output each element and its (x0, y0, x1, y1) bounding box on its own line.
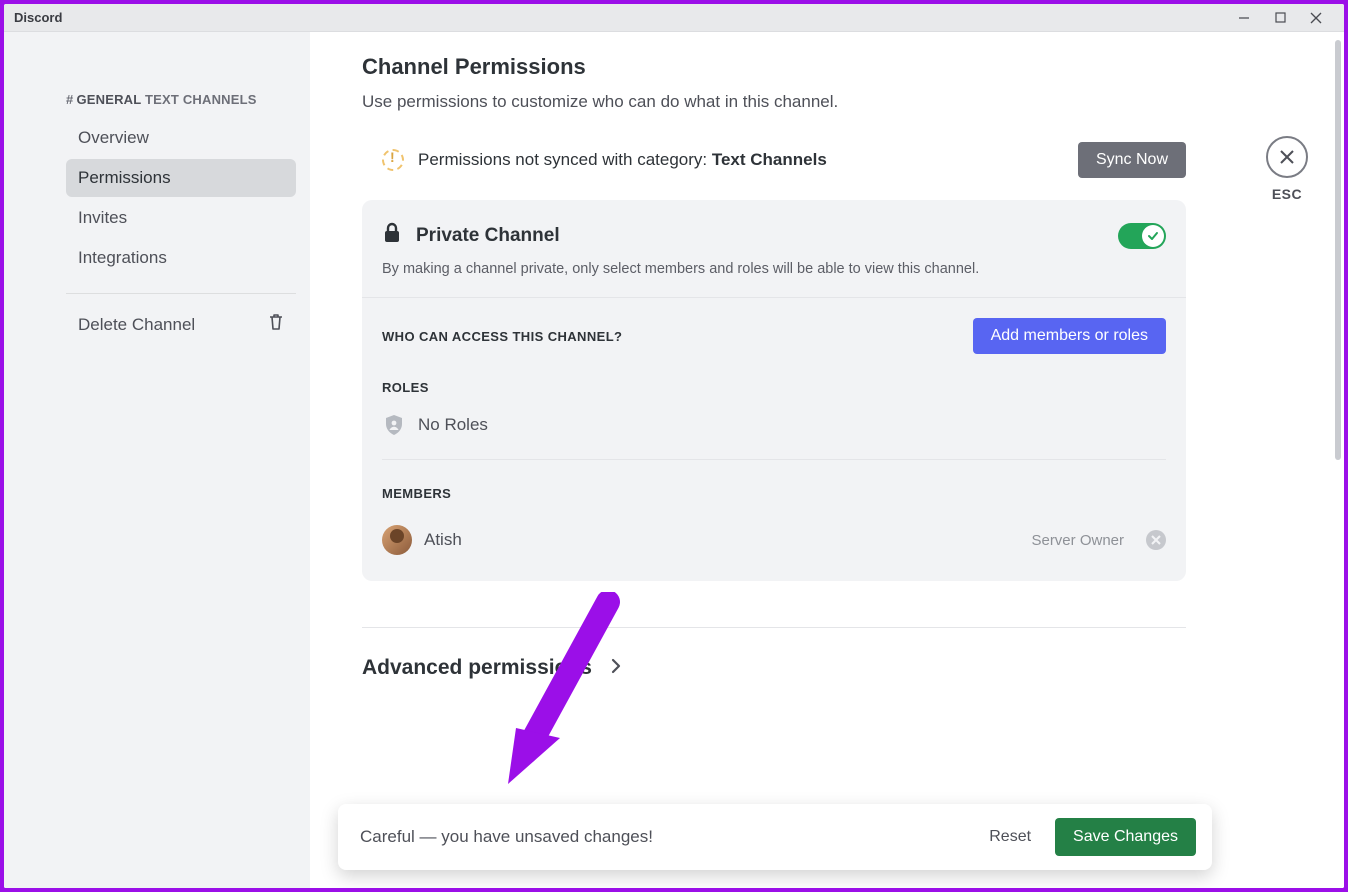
section-divider (362, 627, 1186, 628)
scrollbar-thumb[interactable] (1335, 40, 1341, 460)
lock-icon (382, 222, 402, 249)
role-badge-icon (382, 413, 406, 437)
maximize-icon (1275, 12, 1286, 23)
close-icon (1310, 12, 1322, 24)
private-channel-title: Private Channel (416, 225, 1104, 247)
hash-icon: # (66, 92, 73, 107)
sidebar-heading: #GENERAL TEXT CHANNELS (66, 92, 296, 107)
sidebar-item-delete-channel[interactable]: Delete Channel (66, 304, 296, 345)
trash-icon (268, 313, 284, 336)
sidebar-item-integrations[interactable]: Integrations (66, 239, 296, 277)
remove-member-button[interactable] (1146, 530, 1166, 550)
close-settings-button[interactable] (1266, 136, 1308, 178)
check-icon (1147, 230, 1159, 242)
sync-prefix: Permissions not synced with category: (418, 150, 712, 169)
settings-sidebar: #GENERAL TEXT CHANNELS Overview Permissi… (4, 32, 310, 888)
x-icon (1151, 535, 1161, 545)
scrollbar-track[interactable] (1334, 36, 1342, 884)
delete-channel-label: Delete Channel (78, 315, 195, 335)
close-settings: ESC (1266, 136, 1308, 202)
page-description: Use permissions to customize who can do … (362, 92, 1186, 112)
member-tag: Server Owner (1031, 532, 1124, 549)
private-channel-description: By making a channel private, only select… (382, 261, 1166, 277)
sync-now-button[interactable]: Sync Now (1078, 142, 1186, 178)
app-window: Discord #GENERAL TEXT CHANNELS Overview … (4, 4, 1344, 888)
toggle-knob (1142, 225, 1164, 247)
warning-icon (382, 149, 404, 171)
window-close-button[interactable] (1298, 8, 1334, 28)
add-members-roles-button[interactable]: Add members or roles (973, 318, 1166, 354)
sync-text: Permissions not synced with category: Te… (418, 150, 1064, 170)
minimize-icon (1238, 12, 1250, 24)
reset-button[interactable]: Reset (975, 820, 1045, 854)
titlebar: Discord (4, 4, 1344, 32)
save-changes-button[interactable]: Save Changes (1055, 818, 1196, 856)
chevron-right-icon (610, 657, 622, 680)
private-channel-toggle[interactable] (1118, 223, 1166, 249)
members-heading: MEMBERS (382, 486, 1166, 501)
sync-notice: Permissions not synced with category: Te… (362, 140, 1186, 200)
no-roles-row: No Roles (382, 409, 1166, 441)
member-row: Atish Server Owner (382, 515, 1166, 561)
sync-category: Text Channels (712, 150, 827, 169)
sidebar-item-invites[interactable]: Invites (66, 199, 296, 237)
permissions-panel: Private Channel By making a channel priv… (362, 200, 1186, 581)
unsaved-text: Careful — you have unsaved changes! (360, 827, 975, 847)
roles-heading: ROLES (382, 380, 1166, 395)
close-icon (1278, 148, 1296, 166)
advanced-permissions-button[interactable]: Advanced permissions (362, 656, 1186, 680)
no-roles-text: No Roles (418, 415, 488, 435)
window-minimize-button[interactable] (1226, 8, 1262, 28)
advanced-permissions-label: Advanced permissions (362, 656, 592, 680)
esc-label: ESC (1266, 186, 1308, 202)
sidebar-item-permissions[interactable]: Permissions (66, 159, 296, 197)
access-heading: WHO CAN ACCESS THIS CHANNEL? (382, 329, 622, 344)
sidebar-item-overview[interactable]: Overview (66, 119, 296, 157)
channel-category-label: TEXT CHANNELS (145, 92, 257, 107)
main-content: Channel Permissions Use permissions to c… (310, 32, 1344, 888)
page-title: Channel Permissions (362, 54, 1186, 80)
window-maximize-button[interactable] (1262, 8, 1298, 28)
window-title: Discord (14, 10, 62, 25)
avatar (382, 525, 412, 555)
sidebar-divider (66, 293, 296, 294)
member-name: Atish (424, 530, 1019, 550)
unsaved-changes-bar: Careful — you have unsaved changes! Rese… (338, 804, 1212, 870)
channel-name: GENERAL (76, 92, 141, 107)
